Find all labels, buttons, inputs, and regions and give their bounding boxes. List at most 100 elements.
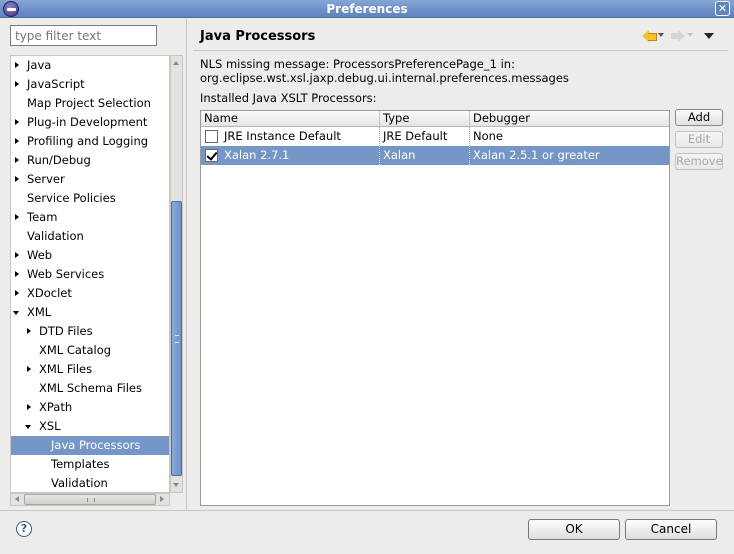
collapse-arrow-icon[interactable] bbox=[12, 151, 22, 170]
view-menu-icon[interactable] bbox=[704, 33, 714, 39]
tree-item-label: Web Services bbox=[27, 267, 105, 281]
tree-item[interactable]: Web Services bbox=[11, 265, 169, 284]
tree-item[interactable]: Map Project Selection bbox=[11, 94, 169, 113]
help-icon[interactable]: ? bbox=[16, 521, 32, 537]
remove-button[interactable]: Remove bbox=[675, 153, 723, 170]
tree-item-label: Server bbox=[27, 172, 65, 186]
tree-item[interactable]: Run/Debug bbox=[11, 151, 169, 170]
tree-item[interactable]: XML Schema Files bbox=[11, 379, 169, 398]
collapse-arrow-icon[interactable] bbox=[24, 322, 34, 341]
tree-vertical-scrollbar[interactable] bbox=[170, 55, 183, 493]
processors-table: Name Type Debugger JRE Instance Default … bbox=[200, 110, 670, 506]
cell-name: Xalan 2.7.1 bbox=[221, 146, 380, 165]
scroll-down-arrow-icon[interactable] bbox=[171, 479, 182, 491]
preferences-navigation: Java JavaScript Map Project Selection Plug-… bbox=[0, 19, 184, 510]
tree-item-label: XML Schema Files bbox=[39, 381, 142, 395]
page-title: Java Processors bbox=[200, 29, 316, 44]
collapse-arrow-icon[interactable] bbox=[24, 398, 34, 417]
column-header-name[interactable]: Name bbox=[201, 111, 380, 126]
table-row[interactable]: Xalan 2.7.1 Xalan Xalan 2.5.1 or greater bbox=[201, 146, 669, 165]
tree-item[interactable]: XSL bbox=[11, 417, 169, 436]
close-window-button[interactable]: ✕ bbox=[715, 1, 730, 16]
processor-checkbox[interactable] bbox=[205, 130, 218, 143]
tree-item-label: XML Files bbox=[39, 362, 93, 376]
tree-item-label: Run/Debug bbox=[27, 153, 91, 167]
processor-checkbox[interactable] bbox=[205, 149, 218, 162]
tree-horizontal-scrollbar[interactable] bbox=[10, 493, 170, 506]
window-title: Preferences bbox=[326, 2, 408, 16]
tree-item[interactable]: Validation bbox=[11, 227, 169, 246]
edit-button[interactable]: Edit bbox=[675, 131, 723, 148]
tree-item[interactable]: Templates bbox=[11, 455, 169, 474]
collapse-arrow-icon[interactable] bbox=[12, 246, 22, 265]
tree-item-label: XML Catalog bbox=[39, 343, 112, 357]
tree-item-label: DTD Files bbox=[39, 324, 93, 338]
scrollbar-thumb[interactable] bbox=[24, 494, 156, 505]
tree-item[interactable]: JavaScript bbox=[11, 75, 169, 94]
filter-input[interactable] bbox=[10, 25, 157, 46]
tree-item[interactable]: XDoclet bbox=[11, 284, 169, 303]
message-line: org.eclipse.wst.xsl.jaxp.debug.ui.intern… bbox=[200, 71, 569, 85]
scroll-right-arrow-icon[interactable] bbox=[156, 494, 168, 505]
tree-item-label: XPath bbox=[39, 400, 73, 414]
tree-item[interactable]: Validation bbox=[11, 474, 169, 492]
tree-item[interactable]: Java bbox=[11, 56, 169, 75]
tree-item[interactable]: Java Processors bbox=[11, 436, 169, 455]
scroll-left-arrow-icon[interactable] bbox=[12, 494, 24, 505]
tree-item-label: Templates bbox=[51, 457, 110, 471]
tree-item[interactable]: Web bbox=[11, 246, 169, 265]
tree-item[interactable]: Service Policies bbox=[11, 189, 169, 208]
tree-item[interactable]: XPath bbox=[11, 398, 169, 417]
column-header-type[interactable]: Type bbox=[380, 111, 470, 126]
tree-item[interactable]: Profiling and Logging bbox=[11, 132, 169, 151]
back-history-dropdown-icon[interactable] bbox=[658, 33, 664, 37]
preferences-tree: Java JavaScript Map Project Selection Plug-… bbox=[10, 55, 170, 493]
collapse-arrow-icon[interactable] bbox=[12, 75, 22, 94]
tree-item-label: Service Policies bbox=[27, 191, 116, 205]
tree-item[interactable]: XML Files bbox=[11, 360, 169, 379]
tree-item-label: Profiling and Logging bbox=[27, 134, 149, 148]
collapse-arrow-icon[interactable] bbox=[12, 170, 22, 189]
table-row[interactable]: JRE Instance Default JRE Default None bbox=[201, 127, 669, 146]
expand-arrow-icon[interactable] bbox=[12, 303, 22, 322]
collapse-arrow-icon[interactable] bbox=[12, 56, 22, 75]
collapse-arrow-icon[interactable] bbox=[24, 360, 34, 379]
back-arrow-icon[interactable] bbox=[642, 28, 658, 42]
tree-item-label: XML bbox=[27, 305, 52, 319]
tree-item[interactable]: DTD Files bbox=[11, 322, 169, 341]
forward-arrow-icon bbox=[670, 28, 686, 42]
scrollbar-thumb[interactable] bbox=[171, 201, 182, 476]
tree-item-label: Java bbox=[27, 58, 52, 72]
bottom-separator bbox=[0, 510, 734, 511]
forward-history-dropdown-icon bbox=[687, 33, 693, 37]
message-line: NLS missing message: ProcessorsPreferenc… bbox=[200, 57, 515, 71]
title-separator bbox=[193, 50, 728, 51]
cell-type: Xalan bbox=[380, 146, 470, 165]
collapse-arrow-icon[interactable] bbox=[12, 132, 22, 151]
collapse-arrow-icon[interactable] bbox=[12, 265, 22, 284]
collapse-arrow-icon[interactable] bbox=[12, 284, 22, 303]
tree-item[interactable]: Team bbox=[11, 208, 169, 227]
tree-item-label: XDoclet bbox=[27, 286, 72, 300]
collapse-arrow-icon[interactable] bbox=[12, 208, 22, 227]
tree-item[interactable]: XML Catalog bbox=[11, 341, 169, 360]
tree-item[interactable]: Server bbox=[11, 170, 169, 189]
nls-message: NLS missing message: ProcessorsPreferenc… bbox=[200, 57, 720, 85]
tree-item[interactable]: XML bbox=[11, 303, 169, 322]
tree-item[interactable]: Plug-in Development bbox=[11, 113, 169, 132]
expand-arrow-icon[interactable] bbox=[24, 417, 34, 436]
collapse-arrow-icon[interactable] bbox=[12, 113, 22, 132]
ok-button[interactable]: OK bbox=[528, 519, 620, 540]
installed-processors-label: Installed Java XSLT Processors: bbox=[200, 91, 377, 105]
tree-item-label: Java Processors bbox=[51, 438, 141, 452]
title-bar: Preferences ✕ bbox=[0, 0, 734, 18]
tree-item-label: Validation bbox=[51, 476, 108, 490]
table-header: Name Type Debugger bbox=[201, 111, 669, 127]
column-header-debugger[interactable]: Debugger bbox=[470, 111, 669, 126]
cancel-button[interactable]: Cancel bbox=[625, 519, 717, 540]
tree-item-label: Map Project Selection bbox=[27, 96, 151, 110]
add-button[interactable]: Add bbox=[675, 109, 723, 126]
scroll-up-arrow-icon[interactable] bbox=[171, 57, 182, 69]
cell-type: JRE Default bbox=[380, 127, 470, 146]
tree-item-label: JavaScript bbox=[27, 77, 85, 91]
